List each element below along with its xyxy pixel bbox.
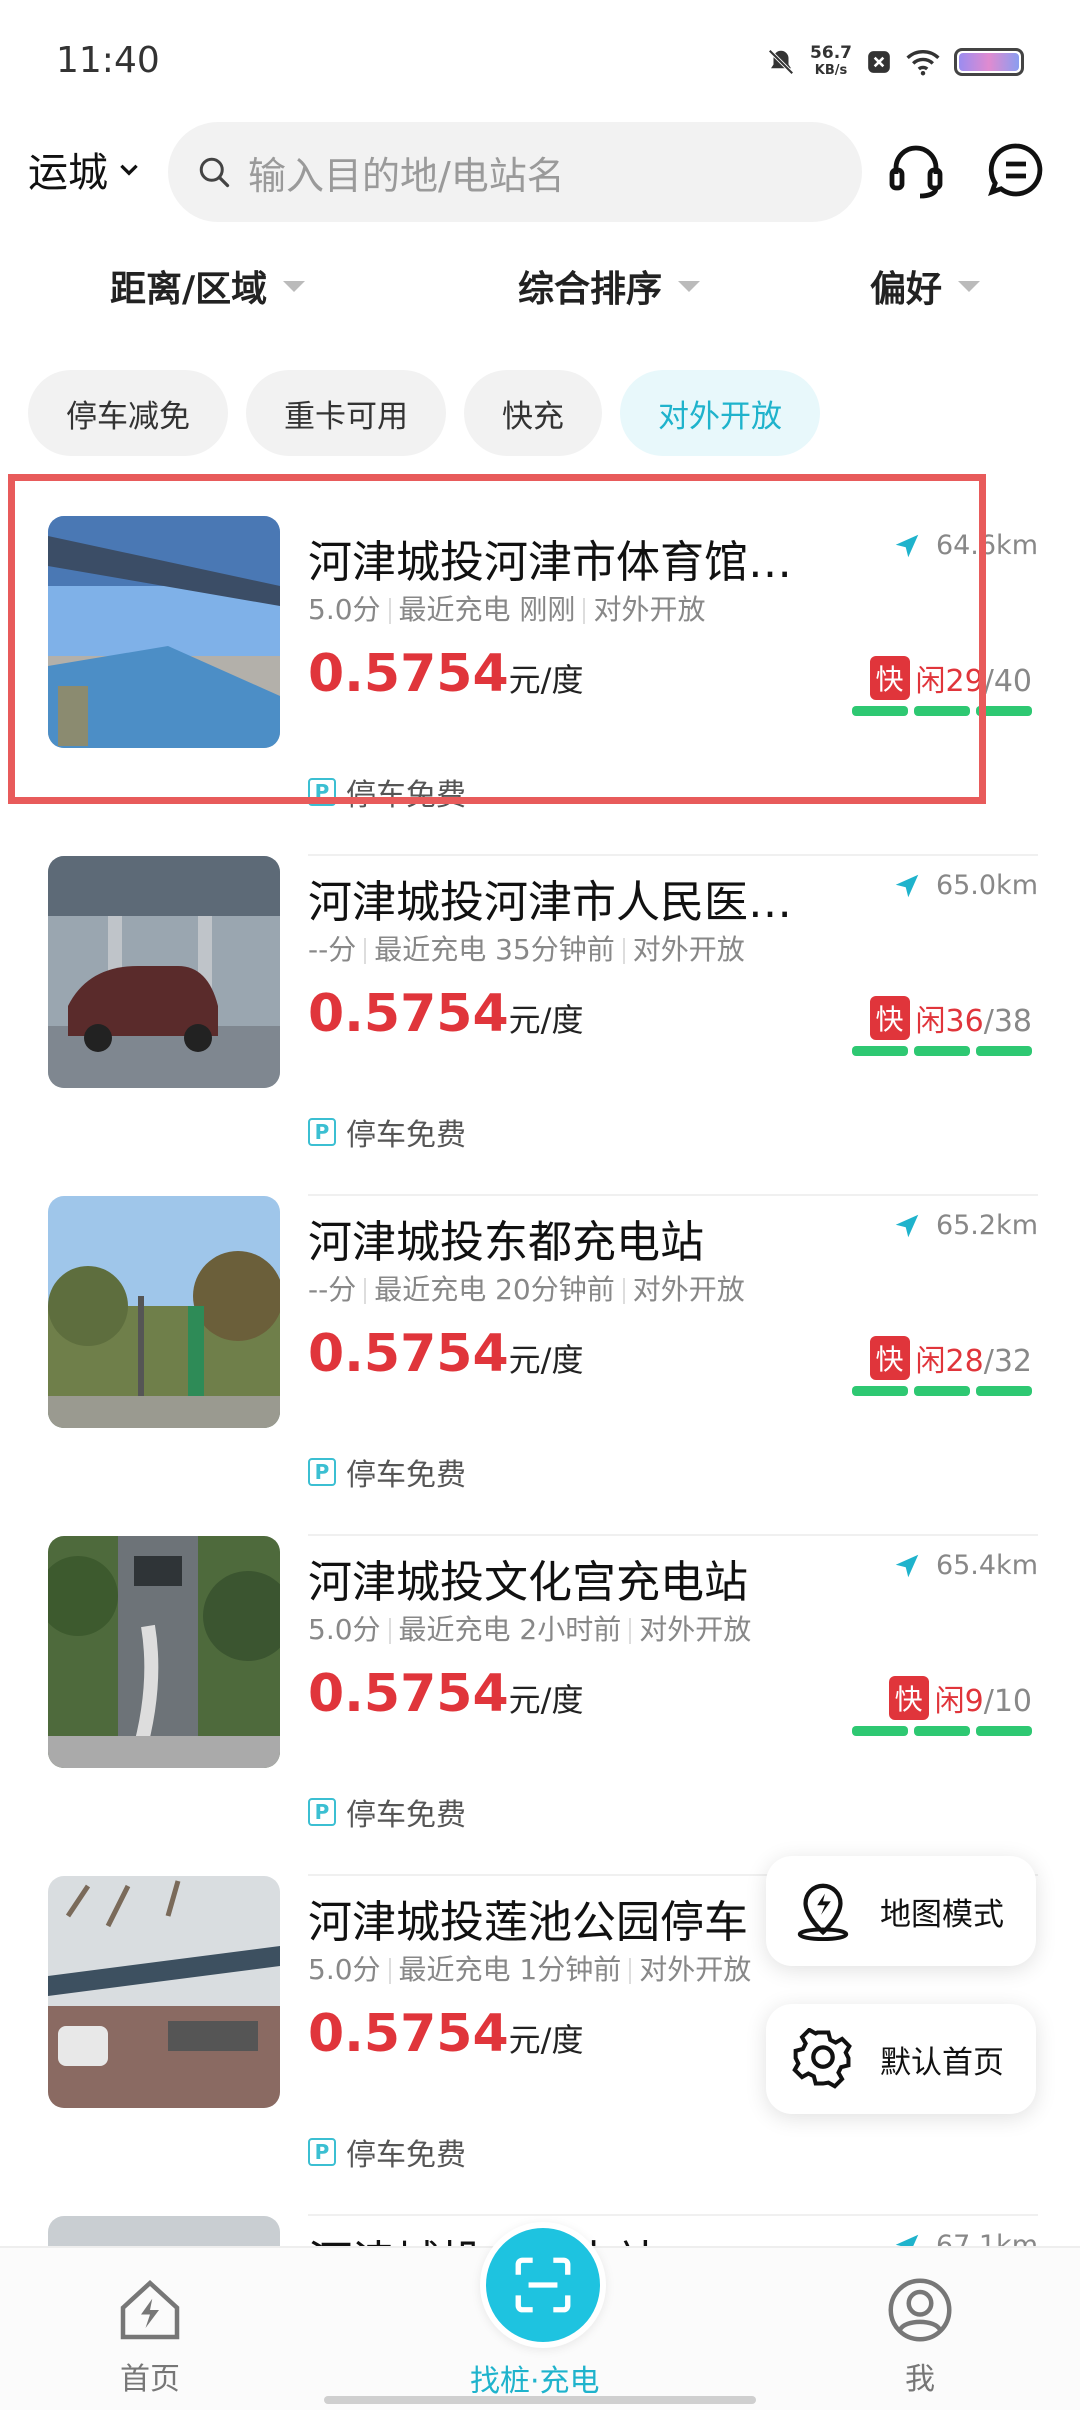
navigation-arrow-icon bbox=[895, 874, 919, 897]
dropdown-triangle-icon bbox=[283, 280, 306, 292]
fast-badge: 快 bbox=[869, 996, 910, 1040]
station-name: 河津城投文化宫充电站 bbox=[308, 1557, 748, 1608]
parking-tag: P 停车免费 bbox=[308, 770, 466, 814]
station-meta: 5.0分 最近充电 1分钟前 对外开放 bbox=[308, 1953, 752, 1986]
availability-bars bbox=[852, 1046, 1032, 1056]
parking-tag: P 停车免费 bbox=[308, 1110, 466, 1154]
city-label: 运城 bbox=[28, 150, 108, 196]
station-price: 0.5754元/度 bbox=[308, 2004, 584, 2064]
navigation-arrow-icon bbox=[895, 1554, 919, 1577]
message-icon[interactable] bbox=[984, 138, 1048, 202]
station-price: 0.5754元/度 bbox=[308, 644, 584, 704]
search-input[interactable]: 输入目的地/电站名 bbox=[168, 122, 862, 222]
parking-icon: P bbox=[308, 778, 336, 806]
parking-icon: P bbox=[308, 1458, 336, 1486]
availability-bars bbox=[852, 1726, 1032, 1736]
station-card[interactable]: 河津城投文化宫充电站 65.4km 5.0分 最近充电 2小时前 对外开放 0.57… bbox=[0, 1536, 1080, 1876]
scan-button[interactable] bbox=[480, 2222, 606, 2348]
x-box-icon bbox=[868, 51, 890, 73]
filter-preference[interactable]: 偏好 bbox=[870, 260, 981, 312]
net-speed: 56.7 KB/s bbox=[810, 43, 852, 78]
station-photo bbox=[48, 1876, 280, 2108]
home-bolt-icon bbox=[120, 2279, 180, 2340]
station-photo bbox=[48, 516, 280, 748]
station-photo bbox=[48, 856, 280, 1088]
navigation-arrow-icon bbox=[895, 1214, 919, 1237]
station-distance: 65.0km bbox=[892, 870, 1038, 901]
status-bar: 11:40 56.7 KB/s bbox=[0, 0, 1080, 120]
chevron-down-icon bbox=[120, 164, 138, 176]
filter-sort[interactable]: 综合排序 bbox=[518, 260, 701, 312]
availability: 快 闲9/10 bbox=[888, 1676, 1032, 1720]
nav-home[interactable]: 首页 bbox=[114, 2274, 186, 2398]
wifi-icon bbox=[906, 50, 940, 76]
availability-bars bbox=[852, 706, 1032, 716]
station-distance: 65.4km bbox=[892, 1550, 1038, 1581]
dropdown-triangle-icon bbox=[958, 280, 981, 292]
clock: 11:40 bbox=[56, 40, 160, 81]
station-photo bbox=[48, 1536, 280, 1768]
station-price: 0.5754元/度 bbox=[308, 1324, 584, 1384]
chip-fast-charge[interactable]: 快充 bbox=[464, 370, 602, 456]
navigation-arrow-icon bbox=[895, 534, 919, 557]
parking-icon: P bbox=[308, 1118, 336, 1146]
availability: 快 闲29/40 bbox=[869, 656, 1032, 700]
station-card[interactable]: 河津城投东都充电站 65.2km --分 最近充电 20分钟前 对外开放 0.575… bbox=[0, 1196, 1080, 1536]
gear-icon bbox=[792, 2028, 852, 2089]
station-photo bbox=[48, 1196, 280, 1428]
station-distance: 65.2km bbox=[892, 1210, 1038, 1241]
availability-bars bbox=[852, 1386, 1032, 1396]
availability: 快 闲36/38 bbox=[869, 996, 1032, 1040]
station-name: 河津城投莲池公园停车 bbox=[308, 1897, 748, 1948]
station-name: 河津城投河津市体育馆… bbox=[308, 537, 792, 588]
chip-public-open[interactable]: 对外开放 bbox=[620, 370, 820, 456]
station-name: 河津城投东都充电站 bbox=[308, 1217, 704, 1268]
city-selector[interactable]: 运城 bbox=[28, 140, 142, 198]
station-price: 0.5754元/度 bbox=[308, 1664, 584, 1724]
quick-filter-chips: 停车减免 重卡可用 快充 对外开放 bbox=[28, 370, 820, 456]
scan-icon bbox=[515, 2257, 571, 2313]
filter-bar: 距离/区域 综合排序 偏好 bbox=[0, 260, 1080, 324]
map-mode-button[interactable]: 地图模式 bbox=[766, 1856, 1036, 1966]
filter-distance[interactable]: 距离/区域 bbox=[110, 260, 306, 312]
parking-icon: P bbox=[308, 2138, 336, 2166]
battery-icon bbox=[954, 48, 1024, 76]
station-card[interactable]: 河津城投河津市人民医… 65.0km --分 最近充电 35分钟前 对外开放 0.5… bbox=[0, 856, 1080, 1196]
station-card[interactable]: 河津城投河津市体育馆… 64.6km 5.0分 最近充电 刚刚 对外开放 0.575… bbox=[0, 516, 1080, 856]
map-pin-bolt-icon bbox=[797, 1883, 849, 1942]
parking-tag: P 停车免费 bbox=[308, 2130, 466, 2174]
station-meta: --分 最近充电 35分钟前 对外开放 bbox=[308, 933, 745, 966]
mute-bell-icon bbox=[768, 49, 794, 75]
station-price: 0.5754元/度 bbox=[308, 984, 584, 1044]
fast-badge: 快 bbox=[869, 1336, 910, 1380]
nav-find-charge-label[interactable]: 找桩·充电 bbox=[470, 2356, 600, 2400]
user-icon bbox=[888, 2278, 952, 2342]
chip-parking-discount[interactable]: 停车减免 bbox=[28, 370, 228, 456]
search-icon bbox=[199, 157, 230, 188]
station-meta: 5.0分 最近充电 2小时前 对外开放 bbox=[308, 1613, 752, 1646]
station-meta: 5.0分 最近充电 刚刚 对外开放 bbox=[308, 593, 706, 626]
default-home-button[interactable]: 默认首页 bbox=[766, 2004, 1036, 2114]
station-name: 河津城投河津市人民医… bbox=[308, 877, 792, 928]
nav-me[interactable]: 我 bbox=[884, 2274, 956, 2398]
availability: 快 闲28/32 bbox=[869, 1336, 1032, 1380]
station-distance: 64.6km bbox=[892, 530, 1038, 561]
parking-tag: P 停车免费 bbox=[308, 1790, 466, 1834]
dropdown-triangle-icon bbox=[678, 280, 701, 292]
fast-badge: 快 bbox=[888, 1676, 929, 1720]
status-icons: 56.7 KB/s bbox=[766, 44, 1024, 80]
chip-heavy-truck[interactable]: 重卡可用 bbox=[246, 370, 446, 456]
fast-badge: 快 bbox=[869, 656, 910, 700]
parking-icon: P bbox=[308, 1798, 336, 1826]
gesture-bar bbox=[324, 2396, 756, 2404]
search-placeholder: 输入目的地/电站名 bbox=[248, 153, 565, 198]
headset-icon[interactable] bbox=[884, 138, 948, 202]
station-meta: --分 最近充电 20分钟前 对外开放 bbox=[308, 1273, 745, 1306]
parking-tag: P 停车免费 bbox=[308, 1450, 466, 1494]
